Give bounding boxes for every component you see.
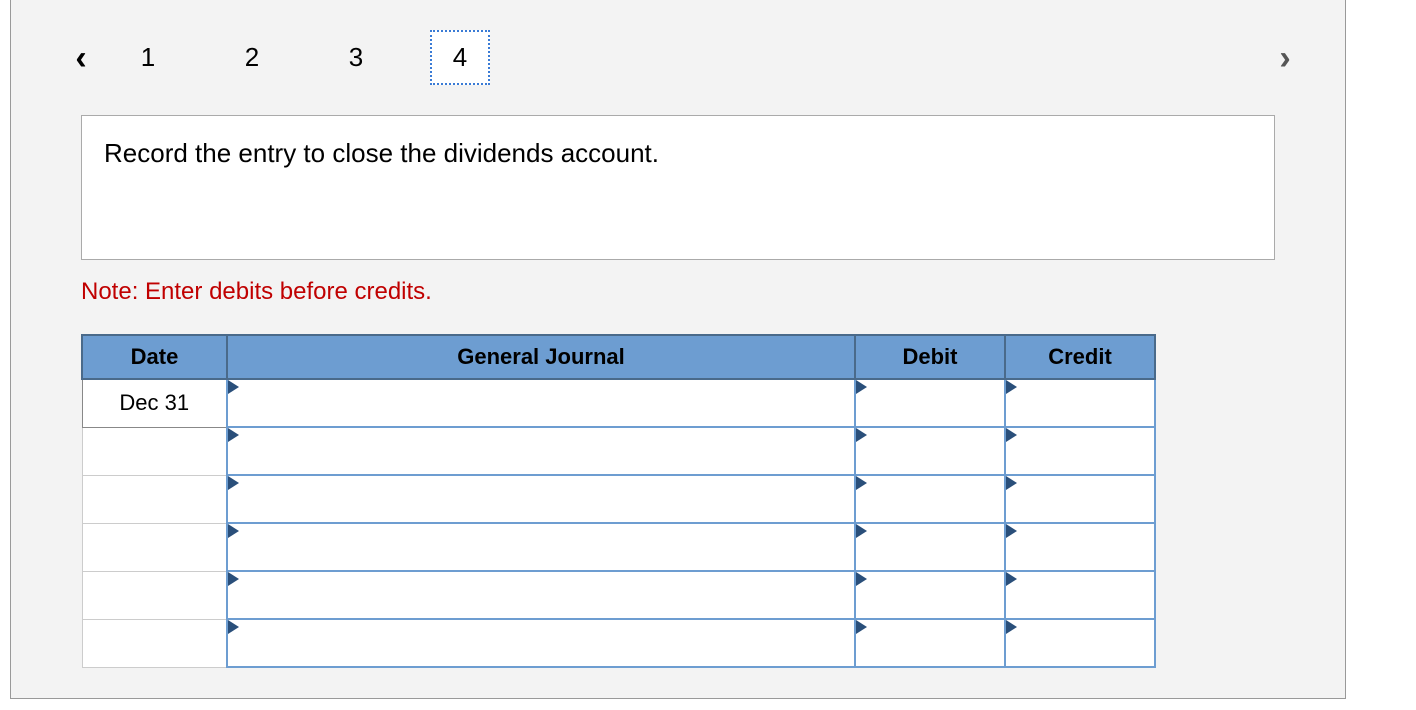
dropdown-indicator-icon bbox=[856, 524, 867, 538]
credit-input[interactable] bbox=[1005, 523, 1155, 571]
dropdown-indicator-icon bbox=[1006, 524, 1017, 538]
dropdown-indicator-icon bbox=[856, 476, 867, 490]
table-row: Dec 31 bbox=[82, 379, 1155, 427]
general-journal-input[interactable] bbox=[227, 427, 855, 475]
dropdown-indicator-icon bbox=[1006, 620, 1017, 634]
date-cell: Dec 31 bbox=[82, 379, 227, 427]
credit-input[interactable] bbox=[1005, 379, 1155, 427]
chevron-left-icon[interactable]: ‹ bbox=[66, 41, 96, 75]
journal-table-wrap: Date General Journal Debit Credit Dec 31 bbox=[81, 334, 1275, 668]
table-row bbox=[82, 427, 1155, 475]
col-header-credit: Credit bbox=[1005, 335, 1155, 379]
dropdown-indicator-icon bbox=[1006, 476, 1017, 490]
tab-2[interactable]: 2 bbox=[222, 30, 282, 85]
col-header-general-journal: General Journal bbox=[227, 335, 855, 379]
general-journal-input[interactable] bbox=[227, 475, 855, 523]
debit-input[interactable] bbox=[855, 427, 1005, 475]
tab-1[interactable]: 1 bbox=[118, 30, 178, 85]
question-panel: ‹ 1234 › Record the entry to close the d… bbox=[10, 0, 1346, 699]
date-cell-empty bbox=[82, 523, 227, 571]
dropdown-indicator-icon bbox=[1006, 572, 1017, 586]
table-row bbox=[82, 475, 1155, 523]
prompt-text: Record the entry to close the dividends … bbox=[104, 138, 659, 168]
journal-table: Date General Journal Debit Credit Dec 31 bbox=[81, 334, 1156, 668]
general-journal-input[interactable] bbox=[227, 619, 855, 667]
debit-input[interactable] bbox=[855, 523, 1005, 571]
tab-4[interactable]: 4 bbox=[430, 30, 490, 85]
dropdown-indicator-icon bbox=[856, 428, 867, 442]
tabs-row: ‹ 1234 › bbox=[11, 0, 1345, 95]
dropdown-indicator-icon bbox=[228, 476, 239, 490]
dropdown-indicator-icon bbox=[856, 380, 867, 394]
date-cell-empty bbox=[82, 619, 227, 667]
table-row bbox=[82, 523, 1155, 571]
dropdown-indicator-icon bbox=[228, 380, 239, 394]
table-row bbox=[82, 571, 1155, 619]
credit-input[interactable] bbox=[1005, 475, 1155, 523]
dropdown-indicator-icon bbox=[1006, 428, 1017, 442]
note-text: Note: Enter debits before credits. bbox=[81, 278, 1275, 306]
credit-input[interactable] bbox=[1005, 571, 1155, 619]
general-journal-input[interactable] bbox=[227, 523, 855, 571]
dropdown-indicator-icon bbox=[228, 572, 239, 586]
chevron-right-icon[interactable]: › bbox=[1270, 41, 1300, 75]
debit-input[interactable] bbox=[855, 475, 1005, 523]
tab-3[interactable]: 3 bbox=[326, 30, 386, 85]
table-row bbox=[82, 619, 1155, 667]
dropdown-indicator-icon bbox=[856, 572, 867, 586]
debit-input[interactable] bbox=[855, 571, 1005, 619]
general-journal-input[interactable] bbox=[227, 571, 855, 619]
date-cell-empty bbox=[82, 427, 227, 475]
dropdown-indicator-icon bbox=[856, 620, 867, 634]
dropdown-indicator-icon bbox=[1006, 380, 1017, 394]
credit-input[interactable] bbox=[1005, 619, 1155, 667]
dropdown-indicator-icon bbox=[228, 524, 239, 538]
dropdown-indicator-icon bbox=[228, 620, 239, 634]
general-journal-input[interactable] bbox=[227, 379, 855, 427]
col-header-debit: Debit bbox=[855, 335, 1005, 379]
prompt-box: Record the entry to close the dividends … bbox=[81, 115, 1275, 260]
date-cell-empty bbox=[82, 475, 227, 523]
credit-input[interactable] bbox=[1005, 427, 1155, 475]
debit-input[interactable] bbox=[855, 619, 1005, 667]
dropdown-indicator-icon bbox=[228, 428, 239, 442]
col-header-date: Date bbox=[82, 335, 227, 379]
date-cell-empty bbox=[82, 571, 227, 619]
debit-input[interactable] bbox=[855, 379, 1005, 427]
